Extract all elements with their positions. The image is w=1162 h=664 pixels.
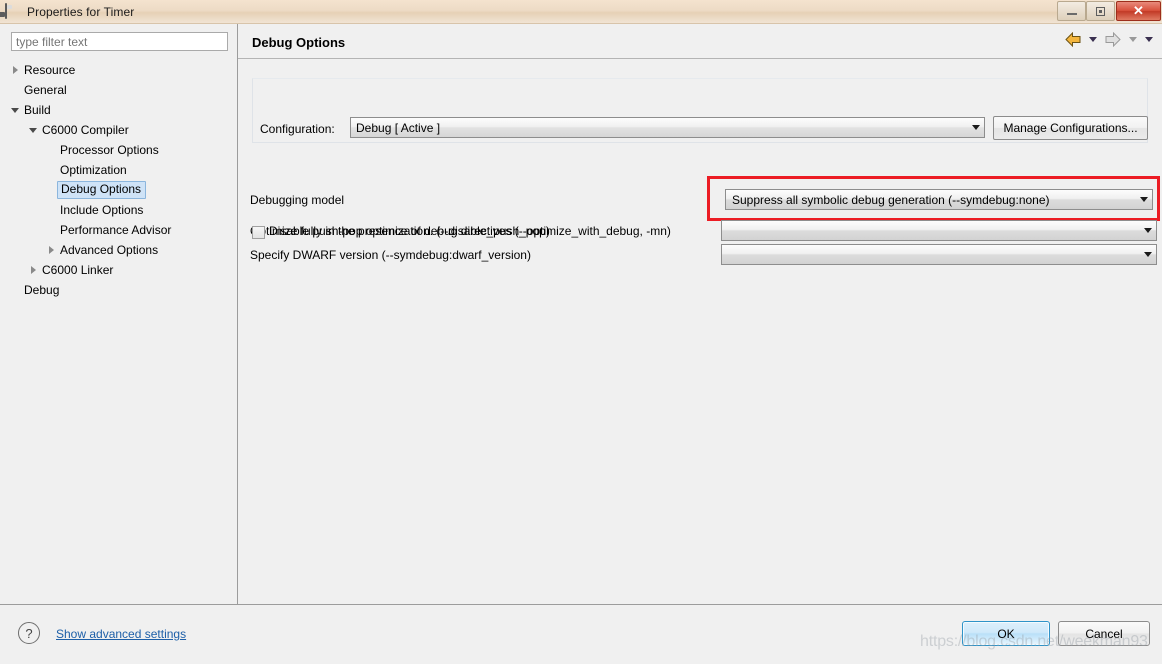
chevron-right-icon[interactable] (26, 260, 40, 280)
chevron-down-icon[interactable] (967, 118, 984, 137)
tree-item-label: Include Options (60, 203, 144, 217)
disable-push-pop-checkbox[interactable] (252, 226, 265, 239)
page-nav-tools (1064, 32, 1154, 47)
tree-item-label: Optimization (60, 163, 127, 177)
settings-tree[interactable]: Resource General Build C6000 Compiler Proces… (0, 60, 237, 603)
tree-item-label: C6000 Linker (42, 263, 114, 277)
optimize-with-debug-combo[interactable] (721, 220, 1157, 241)
chevron-right-icon[interactable] (8, 60, 22, 80)
dialog-body: Resource General Build C6000 Compiler Proces… (0, 24, 1162, 604)
minimize-button[interactable] (1057, 1, 1086, 21)
tree-item-resource[interactable]: Resource (0, 60, 237, 80)
title-bar: Properties for Timer ✕ (0, 0, 1162, 24)
minimize-icon (1066, 13, 1077, 15)
chevron-down-icon[interactable] (1135, 190, 1152, 209)
window-title: Properties for Timer (27, 4, 135, 19)
tree-item-label: Processor Options (60, 143, 159, 157)
back-history-chevron-down-icon[interactable] (1089, 37, 1097, 42)
properties-dialog: Properties for Timer ✕ Resource General Bu… (0, 0, 1162, 664)
back-arrow-icon[interactable] (1064, 32, 1082, 47)
tree-item-optimization[interactable]: Optimization (0, 160, 237, 180)
tree-item-label: General (24, 83, 67, 97)
tree-item-label: Advanced Options (60, 243, 159, 257)
show-advanced-settings-link[interactable]: Show advanced settings (56, 627, 186, 641)
close-icon: ✕ (1133, 3, 1144, 18)
disable-push-pop-label: Disable push-pop optimization. (--disabl… (269, 224, 550, 238)
tree-item-debug[interactable]: Debug (0, 280, 237, 300)
dwarf-version-combo[interactable] (721, 244, 1157, 265)
tree-item-label: C6000 Compiler (42, 123, 129, 137)
tree-item-label: Debug Options (57, 181, 147, 199)
page-title: Debug Options (252, 35, 346, 50)
page-header: Debug Options (238, 24, 1162, 59)
maximize-button[interactable] (1086, 1, 1115, 21)
help-icon[interactable]: ? (18, 622, 40, 644)
tree-item-label: Resource (24, 63, 76, 77)
forward-history-chevron-down-icon (1129, 37, 1137, 42)
tree-item-processor-options[interactable]: Processor Options (0, 140, 237, 160)
chevron-down-icon[interactable] (26, 120, 40, 140)
tree-item-include-options[interactable]: Include Options (0, 200, 237, 220)
chevron-down-icon[interactable] (1139, 221, 1156, 240)
tree-item-label: Debug (24, 283, 60, 297)
settings-page: Debug Options (238, 24, 1162, 604)
configuration-label: Configuration: (260, 122, 335, 136)
tree-item-performance-advisor[interactable]: Performance Advisor (0, 220, 237, 240)
watermark: https://blog.csdn.net/weekman93 (920, 633, 1148, 650)
tree-item-c6000-linker[interactable]: C6000 Linker (0, 260, 237, 280)
tree-item-general[interactable]: General (0, 80, 237, 100)
debugging-model-value: Suppress all symbolic debug generation (… (732, 192, 1050, 207)
tree-item-c6000-compiler[interactable]: C6000 Compiler (0, 120, 237, 140)
cube-icon (5, 2, 21, 20)
close-button[interactable]: ✕ (1116, 1, 1161, 21)
configuration-combo[interactable]: Debug [ Active ] (350, 117, 985, 138)
dwarf-version-label: Specify DWARF version (--symdebug:dwarf_… (250, 248, 531, 262)
debugging-model-combo[interactable]: Suppress all symbolic debug generation (… (725, 189, 1153, 210)
tree-item-build[interactable]: Build (0, 100, 237, 120)
tree-item-debug-options[interactable]: Debug Options (0, 180, 237, 200)
view-menu-chevron-down-icon[interactable] (1145, 37, 1153, 42)
chevron-down-icon[interactable] (1139, 245, 1156, 264)
window-controls: ✕ (1057, 0, 1162, 22)
manage-configurations-button[interactable]: Manage Configurations... (993, 116, 1148, 140)
tree-item-label: Build (24, 103, 51, 117)
chevron-down-icon[interactable] (8, 100, 22, 120)
filter-input[interactable] (11, 32, 228, 51)
forward-arrow-icon (1104, 32, 1122, 47)
maximize-icon (1096, 6, 1105, 16)
tree-item-label: Performance Advisor (60, 223, 172, 237)
chevron-right-icon[interactable] (44, 240, 58, 260)
debugging-model-label: Debugging model (250, 193, 345, 207)
settings-tree-panel: Resource General Build C6000 Compiler Proces… (0, 24, 238, 604)
tree-item-advanced-options[interactable]: Advanced Options (0, 240, 237, 260)
configuration-value: Debug [ Active ] (356, 120, 441, 135)
